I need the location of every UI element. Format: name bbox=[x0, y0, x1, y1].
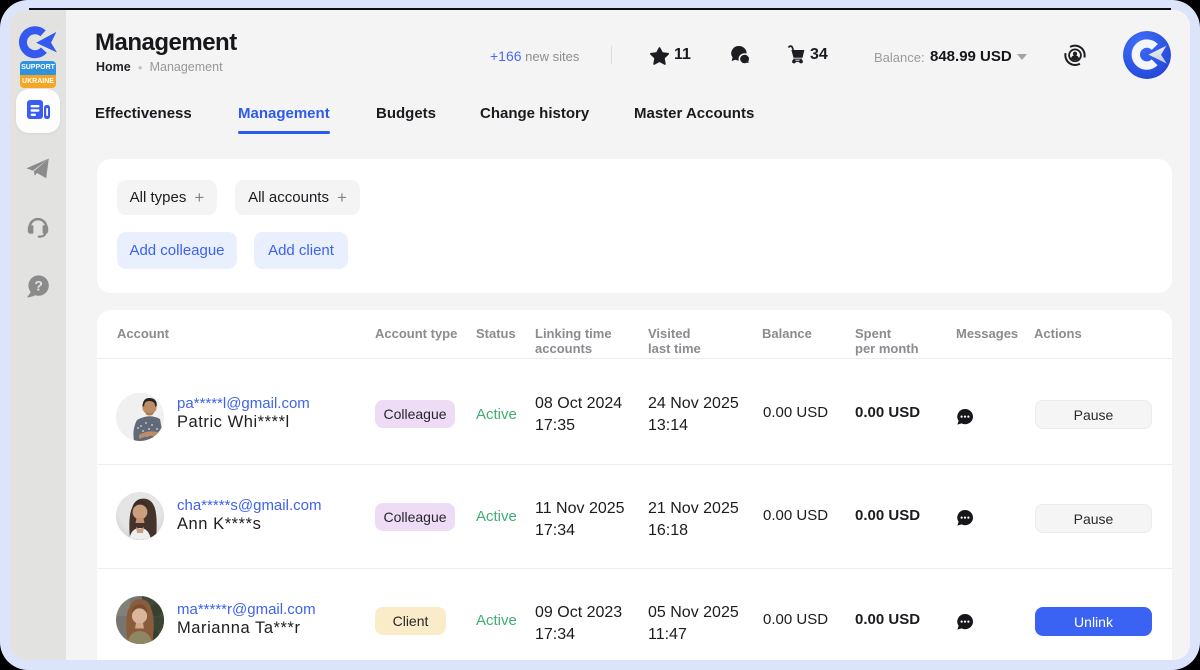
svg-text:?: ? bbox=[34, 278, 43, 294]
